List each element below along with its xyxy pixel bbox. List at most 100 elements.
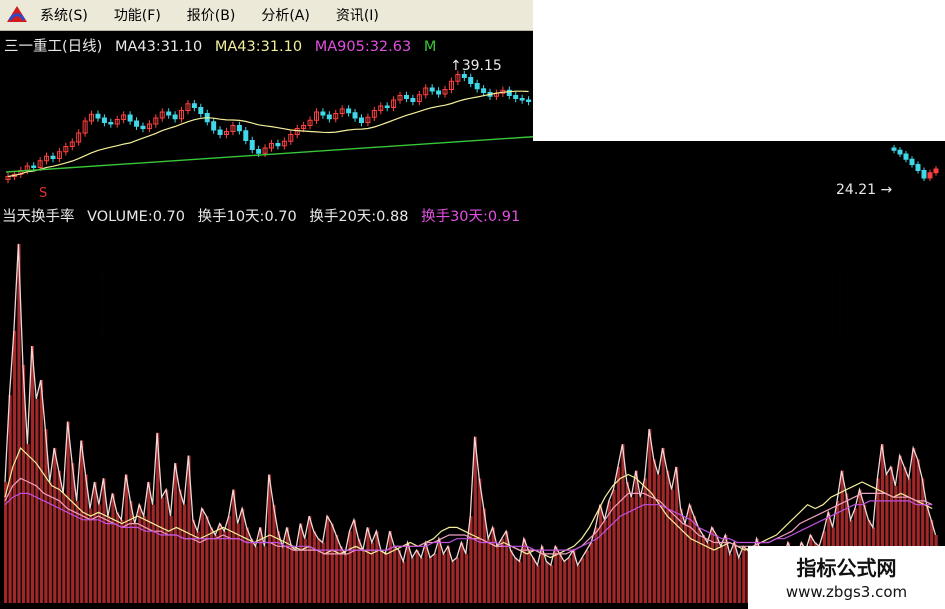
volume-bar: [241, 508, 245, 603]
candle-body: [166, 111, 172, 116]
volume-bar: [670, 489, 674, 603]
volume-bar: [634, 470, 638, 603]
volume-bar: [375, 531, 379, 603]
candle-body: [211, 121, 217, 131]
candle-body: [513, 95, 519, 99]
volume-bar: [281, 546, 285, 603]
candle-body: [134, 120, 140, 127]
volume-bar: [80, 440, 84, 603]
volume-bar: [223, 531, 227, 603]
low-price-label: 24.21 →: [836, 182, 893, 198]
candle-body: [275, 143, 281, 147]
volume-bar: [625, 482, 629, 603]
candle-body: [526, 99, 532, 102]
volume-bar: [317, 538, 321, 603]
volume-bar: [250, 538, 254, 603]
volume-bar: [406, 542, 410, 603]
candle-body: [358, 117, 364, 123]
candle-body: [410, 98, 416, 102]
watermark-url: www.zbgs3.com: [785, 583, 908, 601]
volume-bar: [191, 519, 196, 603]
volume-bar: [415, 550, 419, 603]
candle-body: [95, 113, 101, 119]
volume-bar: [710, 527, 714, 603]
volume-bar: [599, 504, 603, 603]
volume-bar: [478, 478, 482, 603]
candle-body: [909, 158, 915, 165]
volume-bar: [464, 553, 468, 603]
ma1-label: MA43:31.10: [114, 39, 203, 55]
volume-value: VOLUME:0.70: [87, 209, 185, 225]
volume-bar: [133, 523, 137, 603]
candle-body: [897, 149, 903, 155]
volume-bar: [165, 489, 169, 603]
volume-bar: [639, 497, 643, 603]
turnover-label: 当天换手率: [2, 209, 75, 225]
volume-bar: [147, 482, 151, 603]
volume-bar: [446, 546, 451, 603]
volume-bar: [728, 553, 732, 603]
low-price-value: 24.21: [836, 182, 877, 198]
volume-bar: [339, 546, 343, 603]
candle-body: [481, 88, 487, 93]
stock-name: 三一重工(日线): [4, 39, 103, 55]
volume-bar: [585, 550, 589, 603]
candle-body: [101, 117, 107, 123]
green-trend-line: [5, 136, 534, 173]
candle-body: [474, 83, 480, 90]
candle-body: [140, 125, 146, 129]
volume-bar: [393, 546, 397, 603]
candle-body: [326, 114, 332, 120]
candle-body: [403, 95, 409, 99]
volume-bar: [429, 557, 433, 603]
candle-body: [891, 147, 897, 151]
volume-bar: [567, 557, 571, 603]
candle-body: [198, 107, 204, 114]
volume-bar: [692, 516, 697, 603]
candle-body: [461, 74, 467, 78]
candle-body: [519, 98, 525, 101]
volume-bar: [402, 561, 406, 603]
volume-bar: [563, 561, 567, 603]
candle-body: [468, 77, 474, 84]
volume-bar: [308, 516, 312, 603]
price-ma-line: [7, 90, 529, 178]
candle-body: [429, 87, 435, 92]
price-legend: 三一重工(日线) MA43:31.10 MA43:31.10 MA905:32.…: [4, 35, 444, 56]
volume-bar: [290, 546, 294, 603]
volume-legend: 当天换手率 VOLUME:0.70 换手10天:0.70 换手20天:0.88 …: [2, 205, 528, 226]
ma30-value: 换手30天:0.91: [421, 209, 521, 225]
volume-bar: [742, 546, 746, 603]
volume-bar: [330, 523, 334, 603]
candle-body: [243, 130, 249, 141]
volume-bar: [661, 448, 665, 603]
volume-bar: [120, 519, 124, 603]
volume-bar: [352, 519, 357, 603]
volume-bar: [299, 523, 303, 603]
ma4-label: M: [423, 39, 437, 55]
volume-bar: [433, 553, 437, 603]
volume-bar: [719, 546, 723, 603]
volume-bar: [531, 557, 536, 603]
candle-body: [217, 129, 223, 135]
volume-bar: [424, 542, 428, 603]
volume-bar: [106, 516, 111, 603]
candle-body: [249, 140, 255, 150]
volume-bar: [558, 553, 562, 603]
volume-bar: [420, 557, 424, 603]
volume-bar: [294, 550, 298, 603]
volume-bar: [451, 561, 455, 603]
ma3-label: MA905:32.63: [314, 39, 412, 55]
volume-bar: [361, 550, 366, 603]
ma10-value: 换手10天:0.70: [197, 209, 297, 225]
volume-bar: [93, 482, 97, 603]
volume-bar: [205, 516, 209, 603]
volume-bar: [607, 500, 612, 603]
volume-bar: [30, 346, 34, 603]
volume-bar: [321, 542, 325, 603]
candle-body: [320, 111, 326, 116]
volume-bar: [254, 546, 258, 603]
volume-bar: [84, 474, 88, 603]
volume-bar: [397, 550, 401, 603]
volume-bar: [344, 553, 348, 603]
